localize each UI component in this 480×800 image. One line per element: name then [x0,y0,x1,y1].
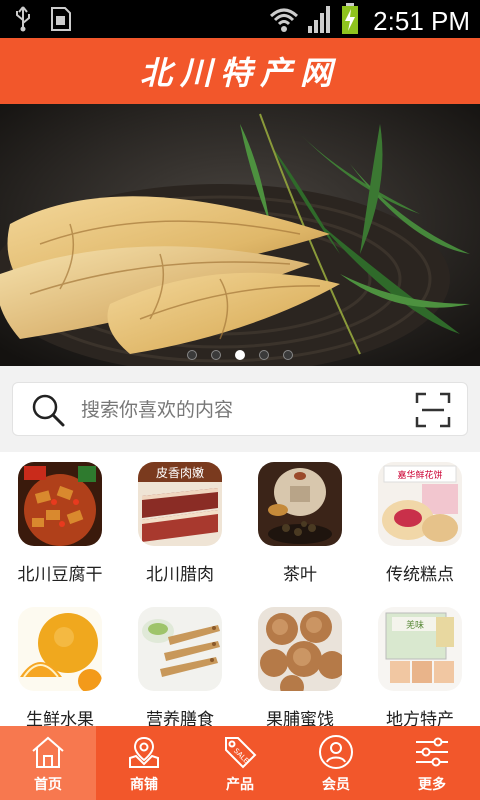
search-input[interactable] [81,396,381,424]
svg-text:皮香肉嫩: 皮香肉嫩 [156,466,204,480]
tab-more[interactable]: 更多 [384,726,480,800]
category-grid: 北川豆腐干 皮香肉嫩 北川腊肉 茶叶 嘉华鲜花饼 传统糕点 生鲜水果 营养膳食 [0,452,480,730]
tab-label: 更多 [418,777,446,793]
more-settings-icon [414,734,450,774]
search-icon[interactable] [31,393,65,431]
category-label: 茶叶 [283,565,317,585]
search-bar[interactable] [12,382,468,436]
category-item-local[interactable]: 羌味 地方特产 [360,597,480,734]
carousel-dot[interactable] [259,350,269,360]
usb-icon [14,6,32,36]
sale-tag-icon: SALE [222,734,258,774]
svg-text:羌味: 羌味 [406,619,424,631]
tab-member[interactable]: 会员 [288,726,384,800]
home-icon [30,734,66,774]
signal-icon [307,4,333,38]
scan-icon[interactable] [415,392,451,432]
tab-label: 商铺 [130,777,158,793]
battery-charging-icon [341,3,359,39]
svg-text:嘉华鲜花饼: 嘉华鲜花饼 [397,469,442,481]
tab-home[interactable]: 首页 [0,726,96,800]
search-section [0,366,480,451]
doufugan-thumbnail [18,462,102,546]
category-item-driedfruit[interactable]: 果脯蜜饯 [240,597,360,734]
category-item-larou[interactable]: 皮香肉嫩 北川腊肉 [120,452,240,589]
app-title: 北川特产网 [139,54,340,92]
tab-label: 产品 [226,777,254,793]
status-bar: 2:51 PM [0,0,480,38]
bamboo-shoots-photo [0,104,480,366]
category-item-meal[interactable]: 营养膳食 [120,597,240,734]
category-item-fruit[interactable]: 生鲜水果 [0,597,120,734]
carousel-dot-active[interactable] [235,350,245,360]
carousel-dot[interactable] [211,350,221,360]
carousel-dots[interactable] [0,350,480,360]
category-label: 传统糕点 [386,565,454,585]
pastry-thumbnail: 嘉华鲜花饼 [378,462,462,546]
category-item-pastry[interactable]: 嘉华鲜花饼 传统糕点 [360,452,480,589]
driedfruit-thumbnail [258,607,342,691]
app-header: 北川特产网 [0,38,480,104]
tab-products[interactable]: SALE 产品 [192,726,288,800]
category-label: 北川豆腐干 [17,565,103,585]
category-item-doufugan[interactable]: 北川豆腐干 [0,452,120,589]
larou-thumbnail: 皮香肉嫩 [138,462,222,546]
carousel-dot[interactable] [283,350,293,360]
tab-label: 首页 [34,777,62,793]
category-label: 北川腊肉 [146,565,214,585]
category-item-tea[interactable]: 茶叶 [240,452,360,589]
local-thumbnail: 羌味 [378,607,462,691]
banner-carousel[interactable] [0,104,480,366]
fruit-thumbnail [18,607,102,691]
status-time: 2:51 PM [373,5,470,36]
carousel-dot[interactable] [187,350,197,360]
tab-label: 会员 [322,777,350,793]
tab-shops[interactable]: 商铺 [96,726,192,800]
tea-thumbnail [258,462,342,546]
meal-thumbnail [138,607,222,691]
store-map-icon [126,734,162,774]
sim-card-icon [50,6,72,36]
bottom-tab-bar: 首页 商铺 SALE 产品 会员 更多 [0,726,480,800]
wifi-icon [269,4,299,38]
member-icon [318,734,354,774]
